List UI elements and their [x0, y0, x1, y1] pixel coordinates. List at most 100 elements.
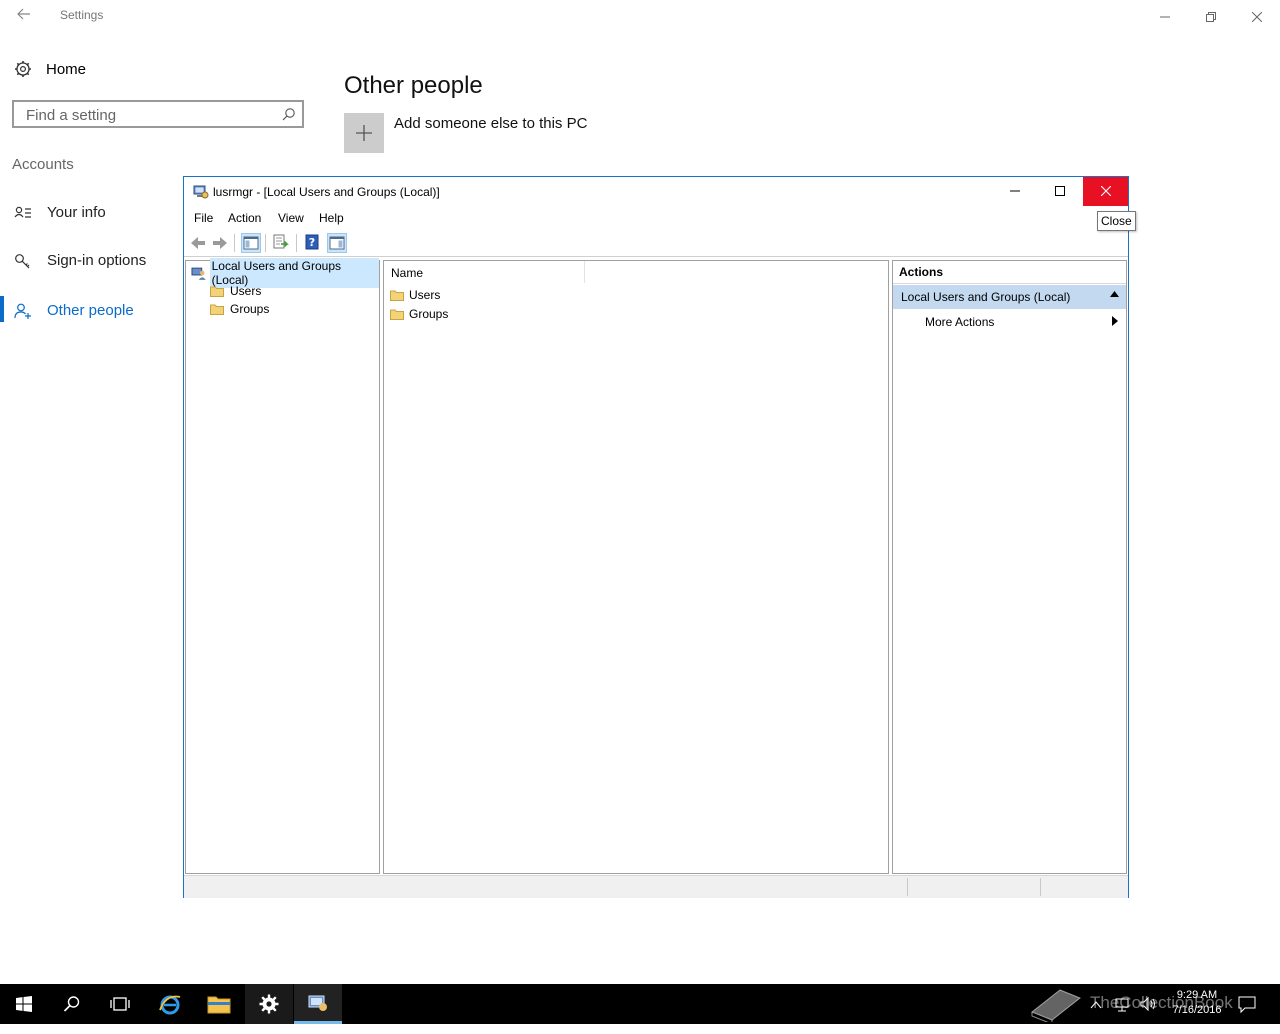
add-someone-label[interactable]: Add someone else to this PC [394, 115, 587, 132]
menu-action[interactable]: Action [228, 211, 261, 225]
users-groups-icon [191, 267, 206, 280]
settings-minimize-button[interactable] [1142, 0, 1188, 32]
nav-home-label: Home [46, 60, 87, 78]
gear-icon [259, 994, 279, 1014]
menu-help[interactable]: Help [319, 211, 344, 225]
lusrmgr-window: lusrmgr - [Local Users and Groups (Local… [183, 176, 1129, 898]
active-indicator [0, 296, 4, 322]
back-button[interactable] [188, 233, 208, 253]
computer-management-icon [308, 995, 327, 1011]
minimize-icon [1160, 16, 1170, 18]
maximize-icon [1054, 186, 1065, 196]
show-hide-action-pane-button[interactable] [327, 233, 347, 253]
list-item-label: Groups [409, 307, 449, 321]
toolbar: ? [184, 230, 1128, 257]
folder-icon [390, 309, 404, 320]
taskbar-explorer-button[interactable] [195, 984, 243, 1024]
computer-management-icon [193, 185, 209, 199]
add-someone-button[interactable] [344, 113, 384, 153]
actions-group-header[interactable]: Local Users and Groups (Local) [893, 285, 1126, 309]
settings-search-box[interactable] [12, 100, 304, 128]
nav-item-your-info[interactable]: Your info [0, 198, 170, 228]
minimize-icon [1009, 190, 1020, 192]
search-icon[interactable] [282, 107, 296, 121]
actions-pane: Actions Local Users and Groups (Local) M… [892, 260, 1127, 874]
lusrmgr-minimize-button[interactable] [992, 177, 1037, 206]
show-hide-console-tree-button[interactable] [241, 233, 261, 253]
restore-icon [1206, 11, 1216, 22]
close-icon [1251, 11, 1263, 22]
menu-bar: File Action View Help [184, 207, 1128, 229]
lusrmgr-titlebar: lusrmgr - [Local Users and Groups (Local… [184, 177, 1128, 207]
close-tooltip: Close [1097, 211, 1136, 231]
taskbar-search-button[interactable] [48, 984, 96, 1024]
search-input[interactable] [24, 106, 278, 125]
taskbar-lusrmgr-button[interactable] [294, 984, 342, 1024]
export-list-button[interactable] [272, 233, 292, 253]
back-arrow-icon [191, 237, 205, 249]
key-icon [15, 254, 30, 269]
add-person-icon [14, 303, 31, 319]
tree-item-users[interactable]: Users [210, 283, 261, 299]
menu-file[interactable]: File [194, 211, 213, 225]
start-button[interactable] [0, 984, 48, 1024]
column-header-label: Name [391, 266, 424, 280]
status-divider [907, 878, 908, 896]
book-logo-icon [1031, 989, 1081, 1022]
forward-button[interactable] [210, 233, 230, 253]
back-button[interactable] [10, 4, 38, 28]
export-list-icon [273, 234, 289, 249]
lusrmgr-maximize-button[interactable] [1037, 177, 1082, 206]
action-pane-icon [329, 236, 345, 250]
watermark: TheCollectionBook [1030, 982, 1233, 1024]
nav-item-sign-in-options[interactable]: Sign-in options [0, 246, 170, 276]
watermark-text: TheCollectionBook [1090, 993, 1233, 1012]
folder-icon [210, 286, 224, 297]
status-bar [184, 875, 1128, 898]
page-title: Other people [344, 72, 483, 100]
gear-icon [15, 61, 31, 77]
svg-text:?: ? [309, 236, 315, 249]
status-divider [1040, 878, 1041, 896]
contact-card-icon [14, 206, 31, 218]
list-item-label: Users [409, 288, 441, 302]
tree-root-node[interactable]: Local Users and Groups (Local) [191, 258, 379, 288]
column-header-name[interactable]: Name [384, 261, 585, 283]
task-view-button[interactable] [96, 984, 144, 1024]
tree-item-label: Groups [230, 302, 270, 316]
taskbar-settings-button[interactable] [245, 984, 293, 1024]
console-tree-pane: Local Users and Groups (Local) Users Gro… [185, 258, 380, 874]
lusrmgr-close-button[interactable] [1083, 177, 1128, 206]
toolbar-separator [296, 234, 297, 252]
actions-header: Actions [893, 261, 1126, 284]
windows-logo-icon [16, 996, 32, 1012]
settings-restore-button[interactable] [1188, 0, 1234, 32]
action-center-button[interactable] [1238, 994, 1256, 1034]
taskbar-ie-button[interactable] [146, 984, 194, 1024]
search-icon [63, 996, 80, 1012]
folder-icon [210, 304, 224, 315]
actions-group-label: Local Users and Groups (Local) [901, 290, 1071, 304]
nav-item-other-people[interactable]: Other people [0, 296, 170, 326]
back-arrow-icon [17, 8, 30, 20]
help-button[interactable]: ? [303, 233, 323, 253]
nav-item-label: Other people [47, 302, 134, 319]
internet-explorer-icon [159, 995, 181, 1015]
nav-home[interactable]: Home [14, 58, 86, 80]
plus-icon [356, 125, 372, 141]
toolbar-separator [234, 234, 235, 252]
more-actions-item[interactable]: More Actions [893, 309, 1126, 333]
list-item-users[interactable]: Users [390, 287, 440, 303]
console-tree-icon [243, 236, 259, 250]
lusrmgr-title: lusrmgr - [Local Users and Groups (Local… [213, 185, 440, 199]
forward-arrow-icon [213, 237, 227, 249]
close-icon [1100, 185, 1111, 197]
menu-view[interactable]: View [278, 211, 304, 225]
collapse-triangle-icon[interactable] [1110, 291, 1119, 297]
settings-close-button[interactable] [1234, 0, 1280, 32]
settings-titlebar: Settings [0, 0, 1280, 32]
notification-icon [1238, 996, 1256, 1014]
tree-item-groups[interactable]: Groups [210, 301, 269, 317]
list-item-groups[interactable]: Groups [390, 306, 448, 322]
more-actions-label: More Actions [925, 315, 995, 329]
